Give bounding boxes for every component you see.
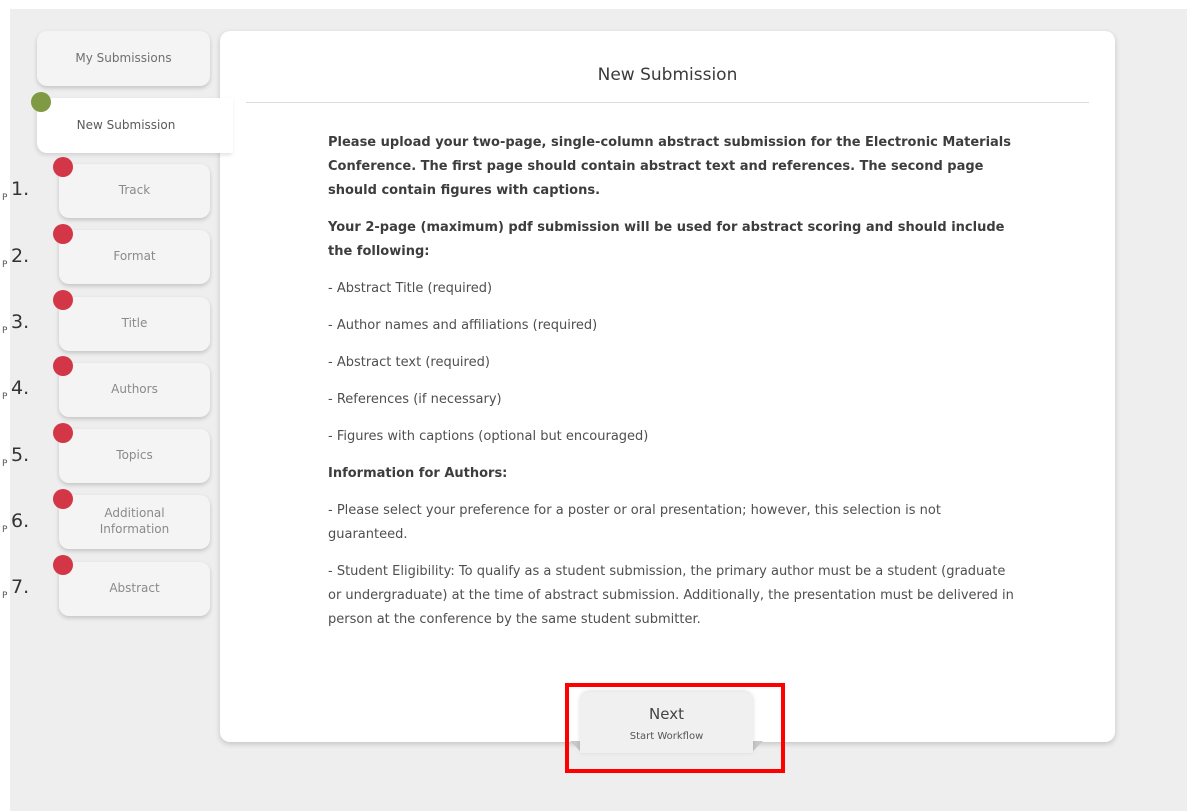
step-format[interactable]: Format (59, 230, 210, 284)
tab-my-submissions[interactable]: My Submissions (37, 31, 210, 86)
step-1-number: P 1. (2, 178, 30, 203)
requirement-item: - Abstract text (required) (328, 355, 490, 370)
step-track[interactable]: Track (59, 164, 210, 218)
page-title: New Submission (597, 65, 738, 85)
info-heading: Information for Authors: (328, 466, 508, 481)
title-divider (246, 102, 1089, 103)
step-authors-label: Authors (111, 382, 158, 397)
step-3-status-dot (53, 290, 73, 310)
step-3-number: P 3. (2, 311, 30, 336)
step-5-number: P 5. (2, 444, 30, 469)
requirement-item: - Author names and affiliations (require… (328, 318, 598, 333)
info-item: - Student Eligibility: To qualify as a s… (328, 564, 1014, 627)
step-4-number: P 4. (2, 377, 30, 402)
requirement-item: - Abstract Title (required) (328, 281, 493, 296)
intro-text: Please upload your two-page, single-colu… (328, 135, 1011, 198)
step-6-status-dot (53, 489, 73, 509)
step-title[interactable]: Title (59, 297, 210, 351)
completed-status-dot (31, 92, 51, 112)
highlight-box (565, 683, 785, 773)
step-abstract[interactable]: Abstract (59, 562, 210, 616)
requirement-item: - References (if necessary) (328, 392, 502, 407)
info-item: - Please select your preference for a po… (328, 503, 941, 542)
step-5-status-dot (53, 423, 73, 443)
step-6-number: P 6. (2, 510, 30, 535)
tab-my-submissions-label: My Submissions (75, 50, 172, 65)
step-1-status-dot (53, 157, 73, 177)
step-7-number: P 7. (2, 576, 30, 601)
top-bar (0, 0, 1187, 9)
tab-new-submission[interactable]: New Submission (37, 98, 233, 153)
requirement-item: - Figures with captions (optional but en… (328, 429, 649, 444)
step-topics[interactable]: Topics (59, 429, 210, 483)
step-title-label: Title (121, 316, 148, 331)
step-2-number: P 2. (2, 245, 30, 270)
main-panel: New Submission Please upload your two-pa… (220, 31, 1115, 742)
step-additional-information-label: Additional Information (99, 506, 170, 536)
step-additional-information[interactable]: Additional Information (59, 495, 210, 549)
step-authors[interactable]: Authors (59, 363, 210, 417)
step-abstract-label: Abstract (109, 581, 160, 596)
step-track-label: Track (118, 183, 151, 198)
step-topics-label: Topics (116, 448, 153, 463)
step-format-label: Format (113, 249, 156, 264)
tab-new-submission-label: New Submission (76, 117, 176, 132)
step-2-status-dot (53, 224, 73, 244)
step-7-status-dot (53, 555, 73, 575)
scoring-heading: Your 2-page (maximum) pdf submission wil… (328, 220, 1005, 259)
instructions: Please upload your two-page, single-colu… (328, 131, 1018, 645)
step-4-status-dot (53, 356, 73, 376)
